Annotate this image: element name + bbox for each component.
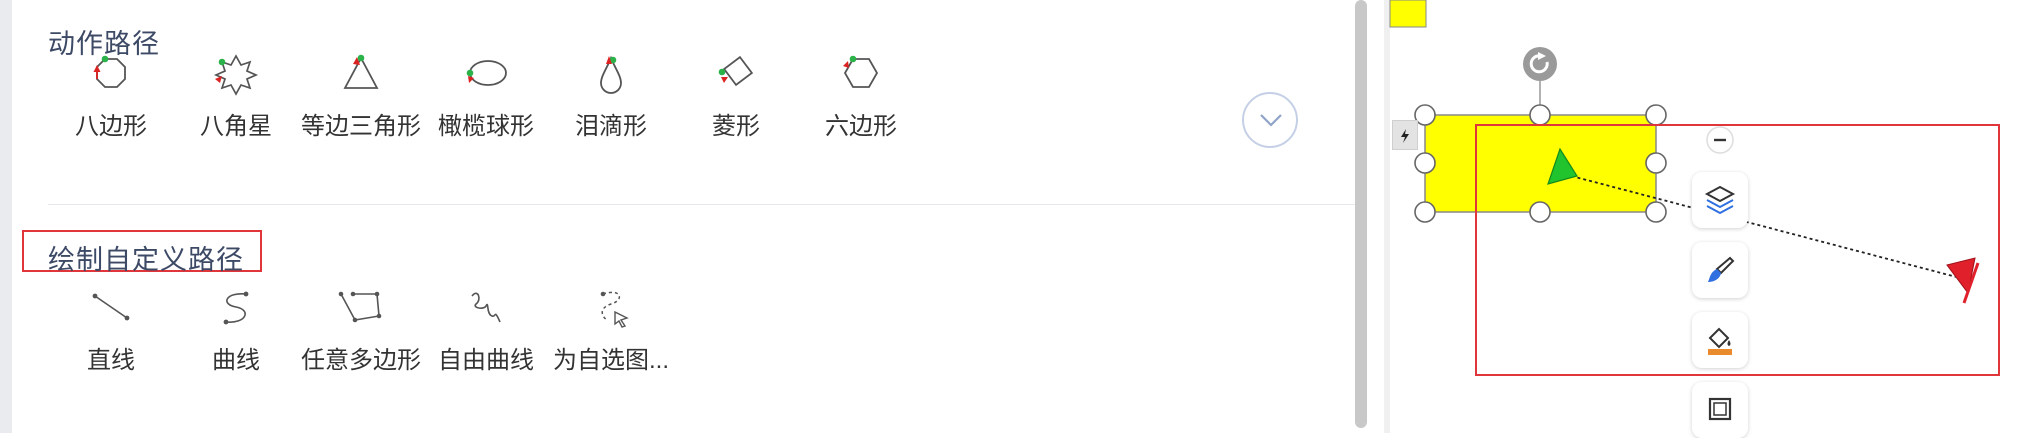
scribble-path-icon	[471, 292, 501, 323]
animation-path-panel: 动作路径 八边形 八角星 等边三角形 橄榄球形 泪滴形 菱形 六边形 绘制自定义…	[12, 0, 1358, 433]
path-item-label: 为自选图...	[552, 347, 669, 374]
football-path-icon	[466, 60, 507, 86]
collapse-tab[interactable]	[1392, 120, 1418, 150]
curve-path-icon	[223, 291, 249, 325]
octagon-path-icon	[93, 55, 126, 88]
left-edge-strip	[0, 0, 12, 433]
border-icon	[1708, 397, 1732, 421]
layers-button[interactable]	[1692, 172, 1748, 228]
chevron-down-icon	[1260, 114, 1282, 127]
collapse-toolbar-button[interactable]	[1692, 116, 1748, 162]
fill-bucket-icon	[1708, 327, 1732, 355]
path-item-hexagon[interactable]: 六边形	[781, 52, 941, 141]
more-paths-button[interactable]	[1242, 92, 1298, 148]
freeform-polygon-path-icon	[338, 291, 382, 323]
teardrop-path-icon	[600, 55, 622, 94]
brush-icon	[1708, 256, 1735, 282]
border-button[interactable]	[1692, 382, 1748, 438]
path-item-shape-to-path[interactable]: 为自选图...	[531, 286, 691, 375]
straight-line-path-icon	[92, 293, 130, 321]
layers-icon	[1704, 185, 1736, 215]
panel-scrollbar[interactable]	[1355, 0, 1367, 428]
eight-point-star-path-icon	[213, 54, 259, 96]
diamond-path-icon	[718, 55, 754, 87]
triangle-path-icon	[343, 54, 379, 89]
lightning-icon	[1401, 129, 1409, 143]
fill-button[interactable]	[1692, 312, 1748, 368]
floating-toolbar	[1692, 116, 1748, 438]
section-divider	[48, 204, 1358, 205]
shape-to-path-icon	[600, 291, 629, 328]
minus-icon	[1706, 126, 1734, 154]
brush-button[interactable]	[1692, 242, 1748, 298]
hexagon-path-icon	[843, 55, 879, 88]
custom-paths-title: 绘制自定义路径	[48, 245, 244, 275]
path-item-label: 六边形	[825, 113, 897, 140]
